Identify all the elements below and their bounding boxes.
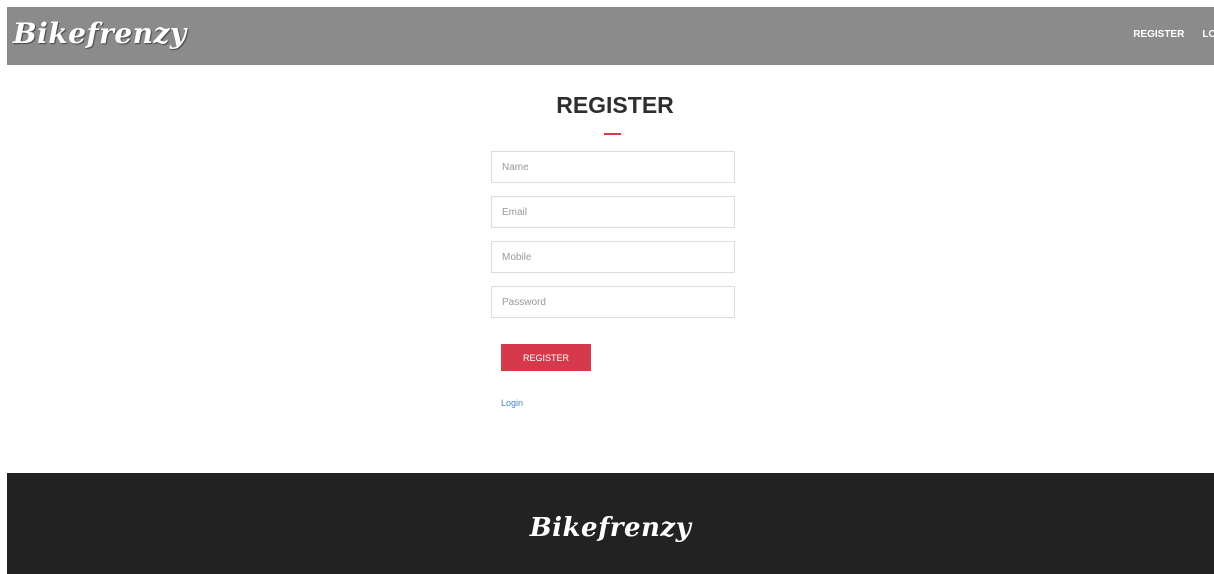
nav-links: REGISTER LOGIN: [1133, 29, 1214, 40]
register-button[interactable]: REGISTER: [501, 344, 591, 371]
page-title: REGISTER: [556, 92, 674, 118]
login-link[interactable]: Login: [501, 398, 523, 408]
page: Bikefrenzy REGISTER LOGIN REGISTER REGIS…: [0, 0, 1214, 574]
mobile-field[interactable]: [491, 241, 735, 273]
nav-register-link[interactable]: REGISTER: [1133, 29, 1184, 40]
title-underline: [604, 133, 621, 135]
email-field[interactable]: [491, 196, 735, 228]
footer: Bikefrenzy: [7, 473, 1214, 574]
top-navbar: Bikefrenzy REGISTER LOGIN: [7, 7, 1214, 65]
password-field[interactable]: [491, 286, 735, 318]
name-field[interactable]: [491, 151, 735, 183]
footer-brand-logo: Bikefrenzy: [529, 513, 692, 543]
nav-login-link[interactable]: LOGIN: [1202, 29, 1214, 40]
brand-logo[interactable]: Bikefrenzy: [13, 17, 187, 50]
